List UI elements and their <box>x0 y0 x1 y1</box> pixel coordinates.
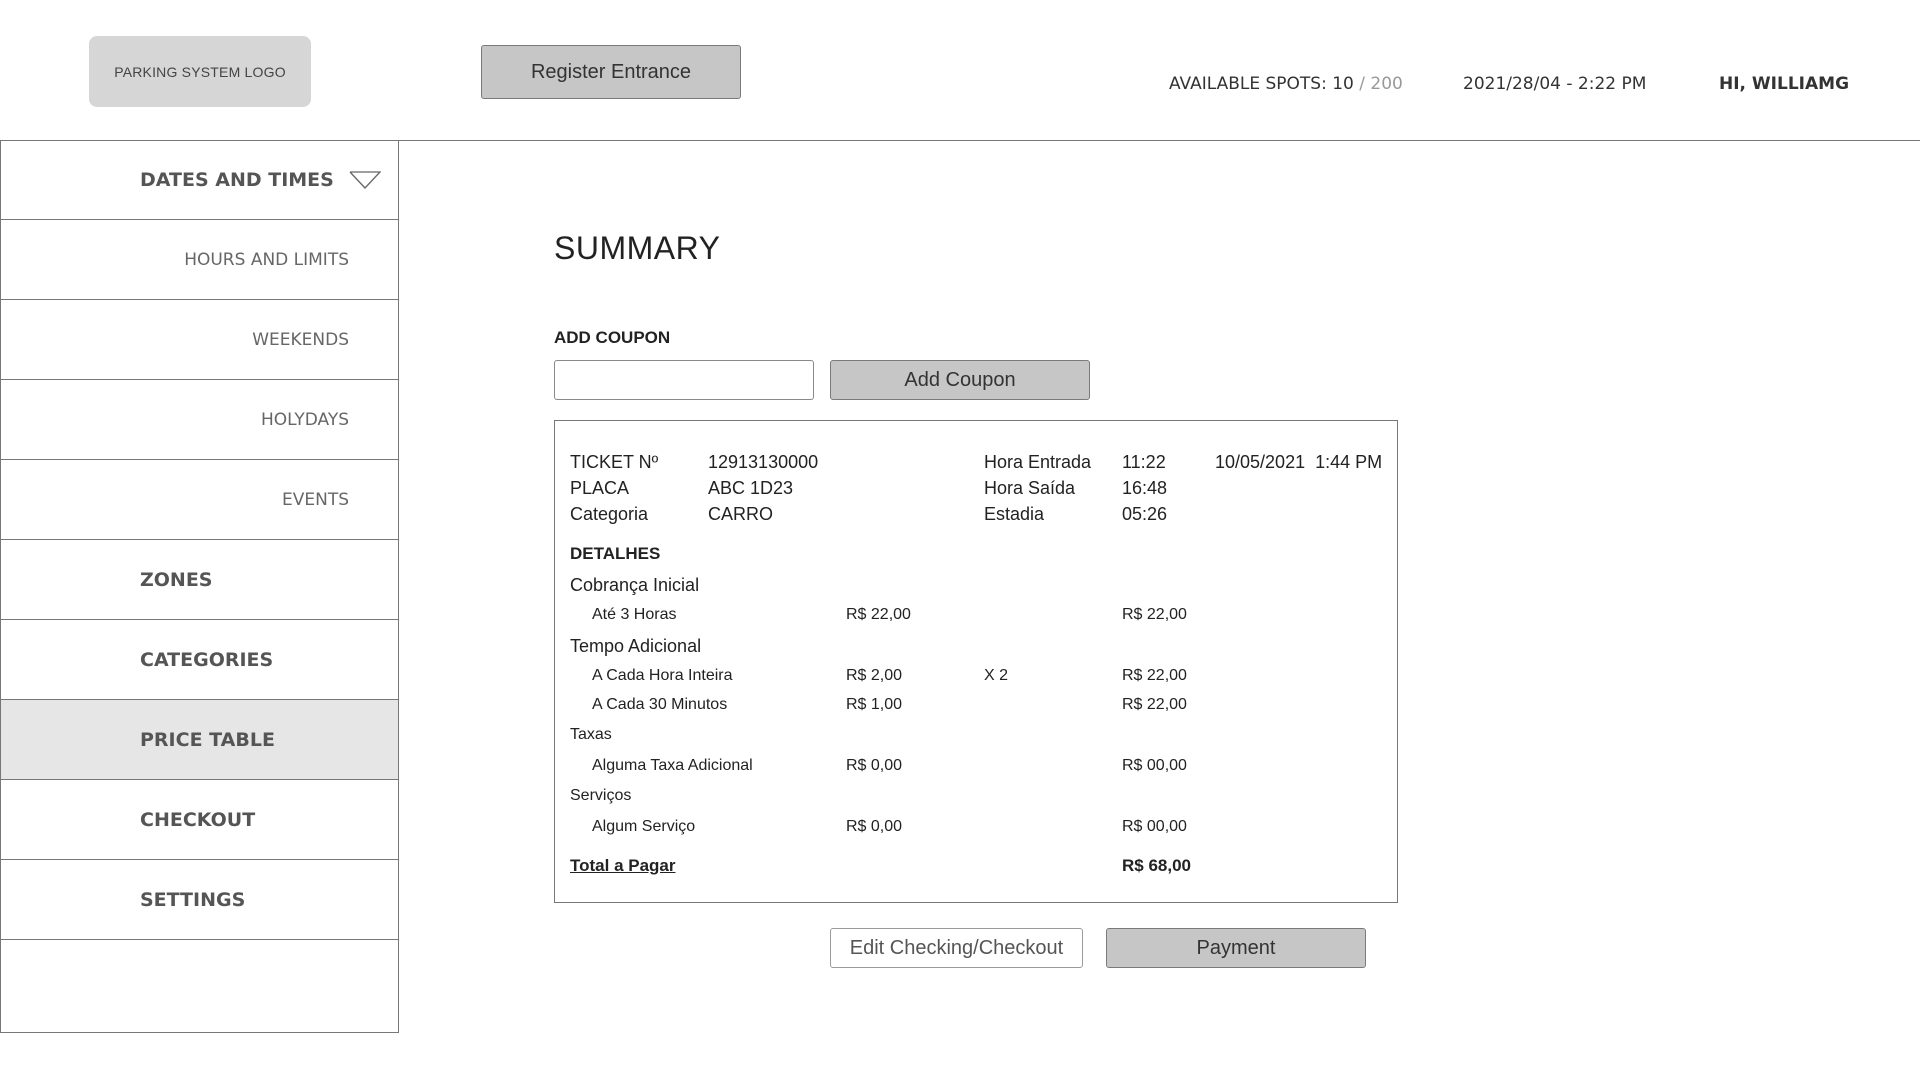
page-title: SUMMARY <box>554 230 721 266</box>
sidebar-item-events[interactable]: EVENTS <box>1 460 398 540</box>
sidebar-item-weekends[interactable]: WEEKENDS <box>1 300 398 380</box>
ticket-number-label: TICKET Nº <box>570 452 659 472</box>
ate-3-horas-total: R$ 22,00 <box>1122 606 1187 623</box>
estadia-label: Estadia <box>984 504 1045 524</box>
register-entrance-button[interactable]: Register Entrance <box>481 45 741 99</box>
hora-entrada-label: Hora Entrada <box>984 452 1092 472</box>
sidebar-item-label: ZONES <box>140 568 213 591</box>
details-heading: DETALHES <box>570 544 661 563</box>
chevron-down-icon[interactable] <box>349 170 381 190</box>
sidebar-item-hours-and-limits[interactable]: HOURS AND LIMITS <box>1 220 398 300</box>
total-a-pagar-label[interactable]: Total a Pagar <box>570 856 676 876</box>
sidebar: DATES AND TIMES HOURS AND LIMITS WEEKEND… <box>0 140 399 1033</box>
sidebar-item-label: CHECKOUT <box>140 808 256 831</box>
available-spots-total: / 200 <box>1353 74 1403 94</box>
available-spots: AVAILABLE SPOTS: 10 / 200 <box>1169 74 1403 94</box>
taxa-adicional-label: Alguma Taxa Adicional <box>592 757 753 774</box>
parking-system-logo: PARKING SYSTEM LOGO <box>89 36 311 107</box>
sidebar-item-label: EVENTS <box>281 489 349 510</box>
current-datetime: 2021/28/04 - 2:22 PM <box>1463 74 1647 94</box>
estadia-value: 05:26 <box>1122 504 1168 524</box>
sidebar-item-label: PRICE TABLE <box>140 728 275 751</box>
sidebar-item-label: DATES AND TIMES <box>140 168 334 191</box>
cobranca-inicial-label: Cobrança Inicial <box>570 575 700 595</box>
cada-hora-multiplier: X 2 <box>984 667 1009 684</box>
hora-saida-label: Hora Saída <box>984 478 1076 498</box>
hora-entrada-value: 11:22 <box>1122 452 1166 472</box>
sidebar-item-label: CATEGORIES <box>140 648 274 671</box>
servicos-label: Serviços <box>570 787 632 804</box>
cada-hora-total: R$ 22,00 <box>1122 667 1187 684</box>
sidebar-item-label: HOLYDAYS <box>260 409 349 430</box>
hora-saida-value: 16:48 <box>1122 478 1168 498</box>
taxa-adicional-total: R$ 00,00 <box>1122 757 1187 774</box>
sidebar-item-settings[interactable]: SETTINGS <box>1 860 398 940</box>
cada-30-min-total: R$ 22,00 <box>1122 696 1187 713</box>
sidebar-item-dates-and-times[interactable]: DATES AND TIMES <box>1 140 398 220</box>
tempo-adicional-label: Tempo Adicional <box>570 636 702 656</box>
cada-hora-label: A Cada Hora Inteira <box>592 667 733 684</box>
servico-label: Algum Serviço <box>592 818 696 835</box>
cada-30-min-price: R$ 1,00 <box>846 696 903 713</box>
add-coupon-button[interactable]: Add Coupon <box>830 360 1090 400</box>
servico-price: R$ 0,00 <box>846 818 903 835</box>
servico-total: R$ 00,00 <box>1122 818 1187 835</box>
sidebar-item-label: WEEKENDS <box>252 329 349 350</box>
ate-3-horas-label: Até 3 Horas <box>592 606 677 623</box>
summary-panel: TICKET Nº 12913130000 PLACA ABC 1D23 Cat… <box>554 420 1398 903</box>
ticket-number-value: 12913130000 <box>708 452 819 472</box>
add-coupon-label: ADD COUPON <box>554 328 671 347</box>
sidebar-item-price-table[interactable]: PRICE TABLE <box>1 700 398 780</box>
edit-checking-checkout-button[interactable]: Edit Checking/Checkout <box>830 928 1083 968</box>
sidebar-item-checkout[interactable]: CHECKOUT <box>1 780 398 860</box>
payment-button[interactable]: Payment <box>1106 928 1366 968</box>
categoria-label: Categoria <box>570 504 649 524</box>
sidebar-item-label: HOURS AND LIMITS <box>184 249 349 270</box>
available-spots-count: AVAILABLE SPOTS: 10 <box>1169 74 1354 94</box>
sidebar-item-categories[interactable]: CATEGORIES <box>1 620 398 700</box>
total-a-pagar-value: R$ 68,00 <box>1122 856 1191 875</box>
placa-label: PLACA <box>570 478 630 498</box>
user-greeting[interactable]: HI, WILLIAMG <box>1719 74 1849 94</box>
sidebar-item-label: SETTINGS <box>140 888 246 911</box>
sidebar-item-zones[interactable]: ZONES <box>1 540 398 620</box>
cada-30-min-label: A Cada 30 Minutos <box>592 696 728 713</box>
ticket-datetime: 10/05/2021 1:44 PM <box>1215 452 1383 472</box>
taxa-adicional-price: R$ 0,00 <box>846 757 903 774</box>
cada-hora-price: R$ 2,00 <box>846 667 903 684</box>
coupon-input[interactable] <box>554 360 814 400</box>
taxas-label: Taxas <box>570 726 612 743</box>
placa-value: ABC 1D23 <box>708 478 794 498</box>
categoria-value: CARRO <box>708 504 774 524</box>
ate-3-horas-price: R$ 22,00 <box>846 606 911 623</box>
sidebar-item-holydays[interactable]: HOLYDAYS <box>1 380 398 460</box>
